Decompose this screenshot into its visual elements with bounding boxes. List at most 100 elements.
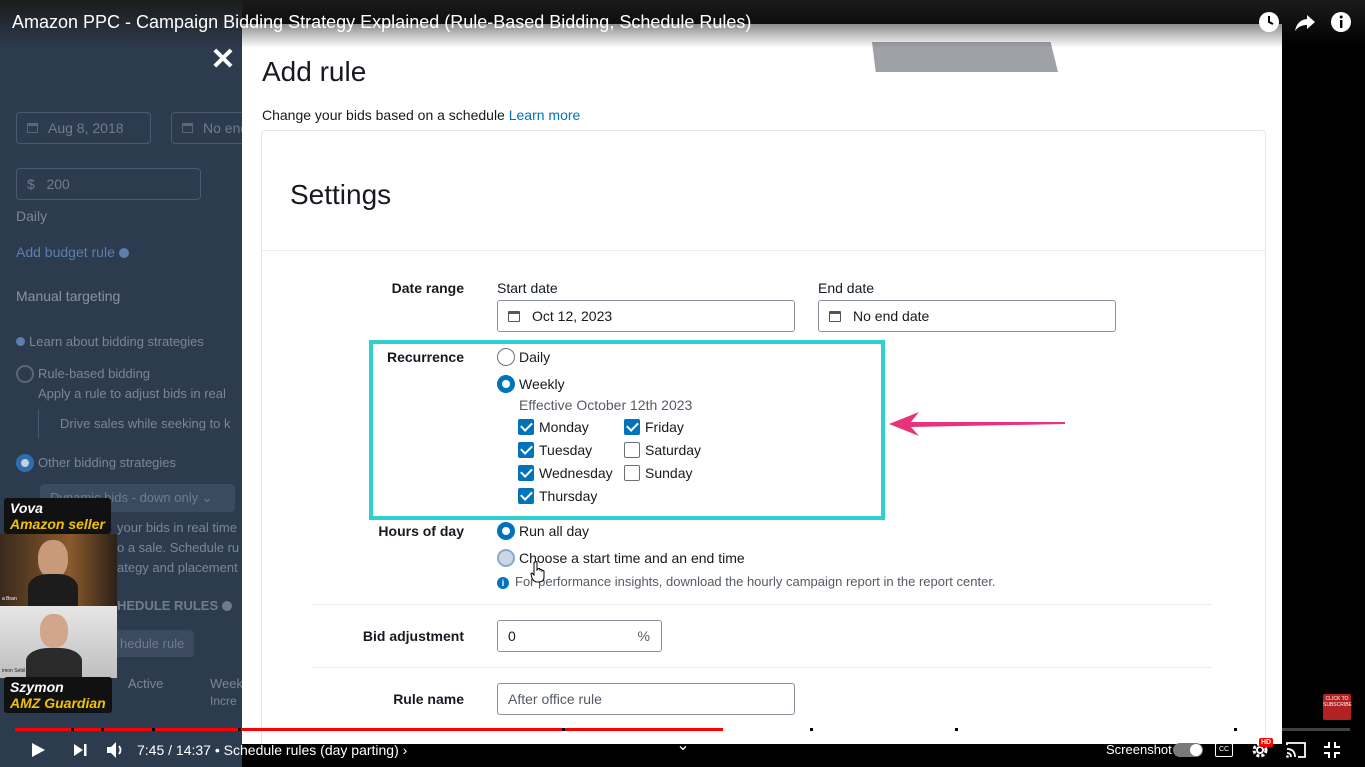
chapter-gap (238, 728, 241, 731)
bg-to-sale: o a sale. Schedule ru (117, 540, 240, 555)
bid-adjustment-value: 0 (508, 628, 516, 644)
bg-schedule-rules-heading: HEDULE RULES (117, 598, 232, 613)
info-icon (16, 337, 25, 346)
bg-rule-based-label: Rule-based bidding (38, 366, 151, 381)
recurrence-highlight-box (369, 340, 885, 520)
subscribe-badge[interactable]: CLICK TO SUBSCRIBE (1323, 694, 1352, 720)
time-current: 7:45 (137, 742, 165, 758)
bg-manual-targeting: Manual targeting (16, 288, 121, 304)
presenter-name: Szymon (10, 679, 64, 695)
bg-learn-bidding: Learn about bidding strategies (16, 334, 204, 349)
divider (312, 604, 1212, 605)
captions-icon[interactable]: CC (1215, 743, 1233, 757)
bg-col-incr: Incre (210, 694, 237, 708)
share-arrow-icon (1295, 15, 1315, 31)
divider (312, 667, 1212, 668)
learn-more-link[interactable]: Learn more (509, 107, 581, 123)
calendar-icon (508, 311, 520, 322)
bg-schedule-rules-label: HEDULE RULES (117, 598, 219, 613)
modal-subtitle-text: Change your bids based on a schedule (262, 107, 505, 123)
radio-custom-hours[interactable] (497, 548, 515, 567)
end-date-input[interactable]: No end date (818, 300, 1116, 332)
bg-col-active: Active (128, 676, 164, 691)
screenshot-label: Screenshot (1106, 742, 1172, 757)
person-body (26, 648, 82, 678)
start-date-value: Oct 12, 2023 (532, 308, 613, 324)
time-display: 7:45 / 14:37 • Schedule rules (day parti… (137, 742, 408, 758)
play-icon[interactable] (30, 742, 46, 758)
volume-icon[interactable] (106, 741, 126, 759)
presenter-role: Amazon seller (10, 516, 105, 532)
chapter-gap (71, 728, 74, 731)
webcam-caption: a Bran (2, 596, 17, 602)
presenter-name: Vova (10, 500, 43, 516)
bg-budget-period: Daily (16, 208, 48, 224)
webcam-caption: imon Sebil (2, 668, 26, 674)
info-button[interactable] (1329, 11, 1353, 39)
end-date-value: No end date (853, 308, 930, 324)
info-icon (118, 248, 129, 258)
player-controls: 7:45 / 14:37 • Schedule rules (day parti… (0, 732, 1365, 767)
hours-of-day-label: Hours of day (378, 523, 464, 539)
clock-icon (1259, 12, 1279, 32)
bg-radio-rule-based (16, 365, 34, 383)
end-date-label: End date (818, 280, 875, 296)
hours-hint: i For performance insights, download the … (497, 574, 996, 589)
percent-unit: % (637, 628, 650, 644)
calendar-icon (829, 311, 841, 322)
watch-later-icon[interactable] (1257, 11, 1281, 39)
bg-add-budget-rule: Add budget rule (16, 244, 129, 260)
bg-col-week: Week (210, 676, 242, 691)
modal-subtitle: Change your bids based on a schedule Lea… (262, 107, 580, 123)
hours-all-day-option[interactable]: Run all day (497, 521, 589, 541)
chapter-title[interactable]: Schedule rules (day parting) (224, 742, 399, 758)
screenshot-toggle[interactable] (1173, 743, 1203, 757)
calendar-icon (27, 123, 38, 133)
chevron-right-icon: › (402, 742, 408, 758)
settings-title: Settings (290, 179, 392, 210)
rule-name-input[interactable]: After office rule (497, 683, 795, 715)
share-icon[interactable] (1293, 11, 1317, 39)
bg-bids-realtime: your bids in real time (117, 520, 237, 535)
bg-indent-line (38, 410, 39, 438)
toggle-knob (1190, 744, 1202, 756)
bg-budget-value: 200 (46, 176, 70, 192)
date-range-label: Date range (391, 280, 464, 296)
chevron-down-icon: ⌄ (201, 490, 213, 505)
bg-end-date-field: No end (171, 112, 242, 144)
bg-other-bidding: Other bidding strategies (38, 455, 177, 470)
hours-custom-label: Choose a start time and an end time (519, 550, 745, 566)
cast-icon[interactable] (1286, 741, 1306, 759)
video-title[interactable]: Amazon PPC - Campaign Bidding Strategy E… (12, 12, 751, 33)
hours-hint-text: For performance insights, download the h… (515, 574, 996, 589)
settings-card-header: Settings (262, 131, 1265, 251)
progress-bar[interactable] (15, 728, 1350, 731)
bg-rule-based-desc: Apply a rule to adjust bids in real (38, 386, 226, 401)
video-player[interactable]: Aug 8, 2018 No end $ 200 Daily Add budge… (0, 0, 1365, 767)
hd-badge: HD (1259, 738, 1274, 747)
bg-start-date-field: Aug 8, 2018 (16, 112, 151, 144)
chapter-gap (101, 728, 104, 731)
person-body (28, 574, 78, 606)
chapter-gap (152, 728, 155, 731)
fullscreen-exit-icon[interactable] (1323, 741, 1341, 759)
bg-budget-field: $ 200 (16, 168, 201, 200)
currency-symbol: $ (27, 176, 35, 192)
name-tag-szymon: Szymon AMZ Guardian (4, 677, 112, 713)
radio-run-all-day[interactable] (497, 521, 515, 540)
chapter-gap (810, 728, 813, 731)
webcam-vova: a Bran (0, 534, 117, 606)
time-total: 14:37 (175, 742, 211, 758)
start-date-label: Start date (497, 280, 558, 296)
hours-all-day-label: Run all day (519, 523, 590, 539)
bg-add-budget-rule-label: Add budget rule (16, 244, 115, 260)
person-face (38, 540, 68, 578)
start-date-input[interactable]: Oct 12, 2023 (497, 300, 795, 332)
chapter-gap (562, 728, 565, 731)
chevron-down-icon[interactable]: ⌄ (673, 736, 693, 756)
bg-schedule-rule-button: hedule rule (110, 630, 195, 657)
bid-adjustment-label: Bid adjustment (362, 628, 464, 644)
info-icon: i (497, 577, 509, 589)
bid-adjustment-input[interactable]: 0% (497, 620, 662, 652)
next-icon[interactable] (72, 742, 88, 758)
